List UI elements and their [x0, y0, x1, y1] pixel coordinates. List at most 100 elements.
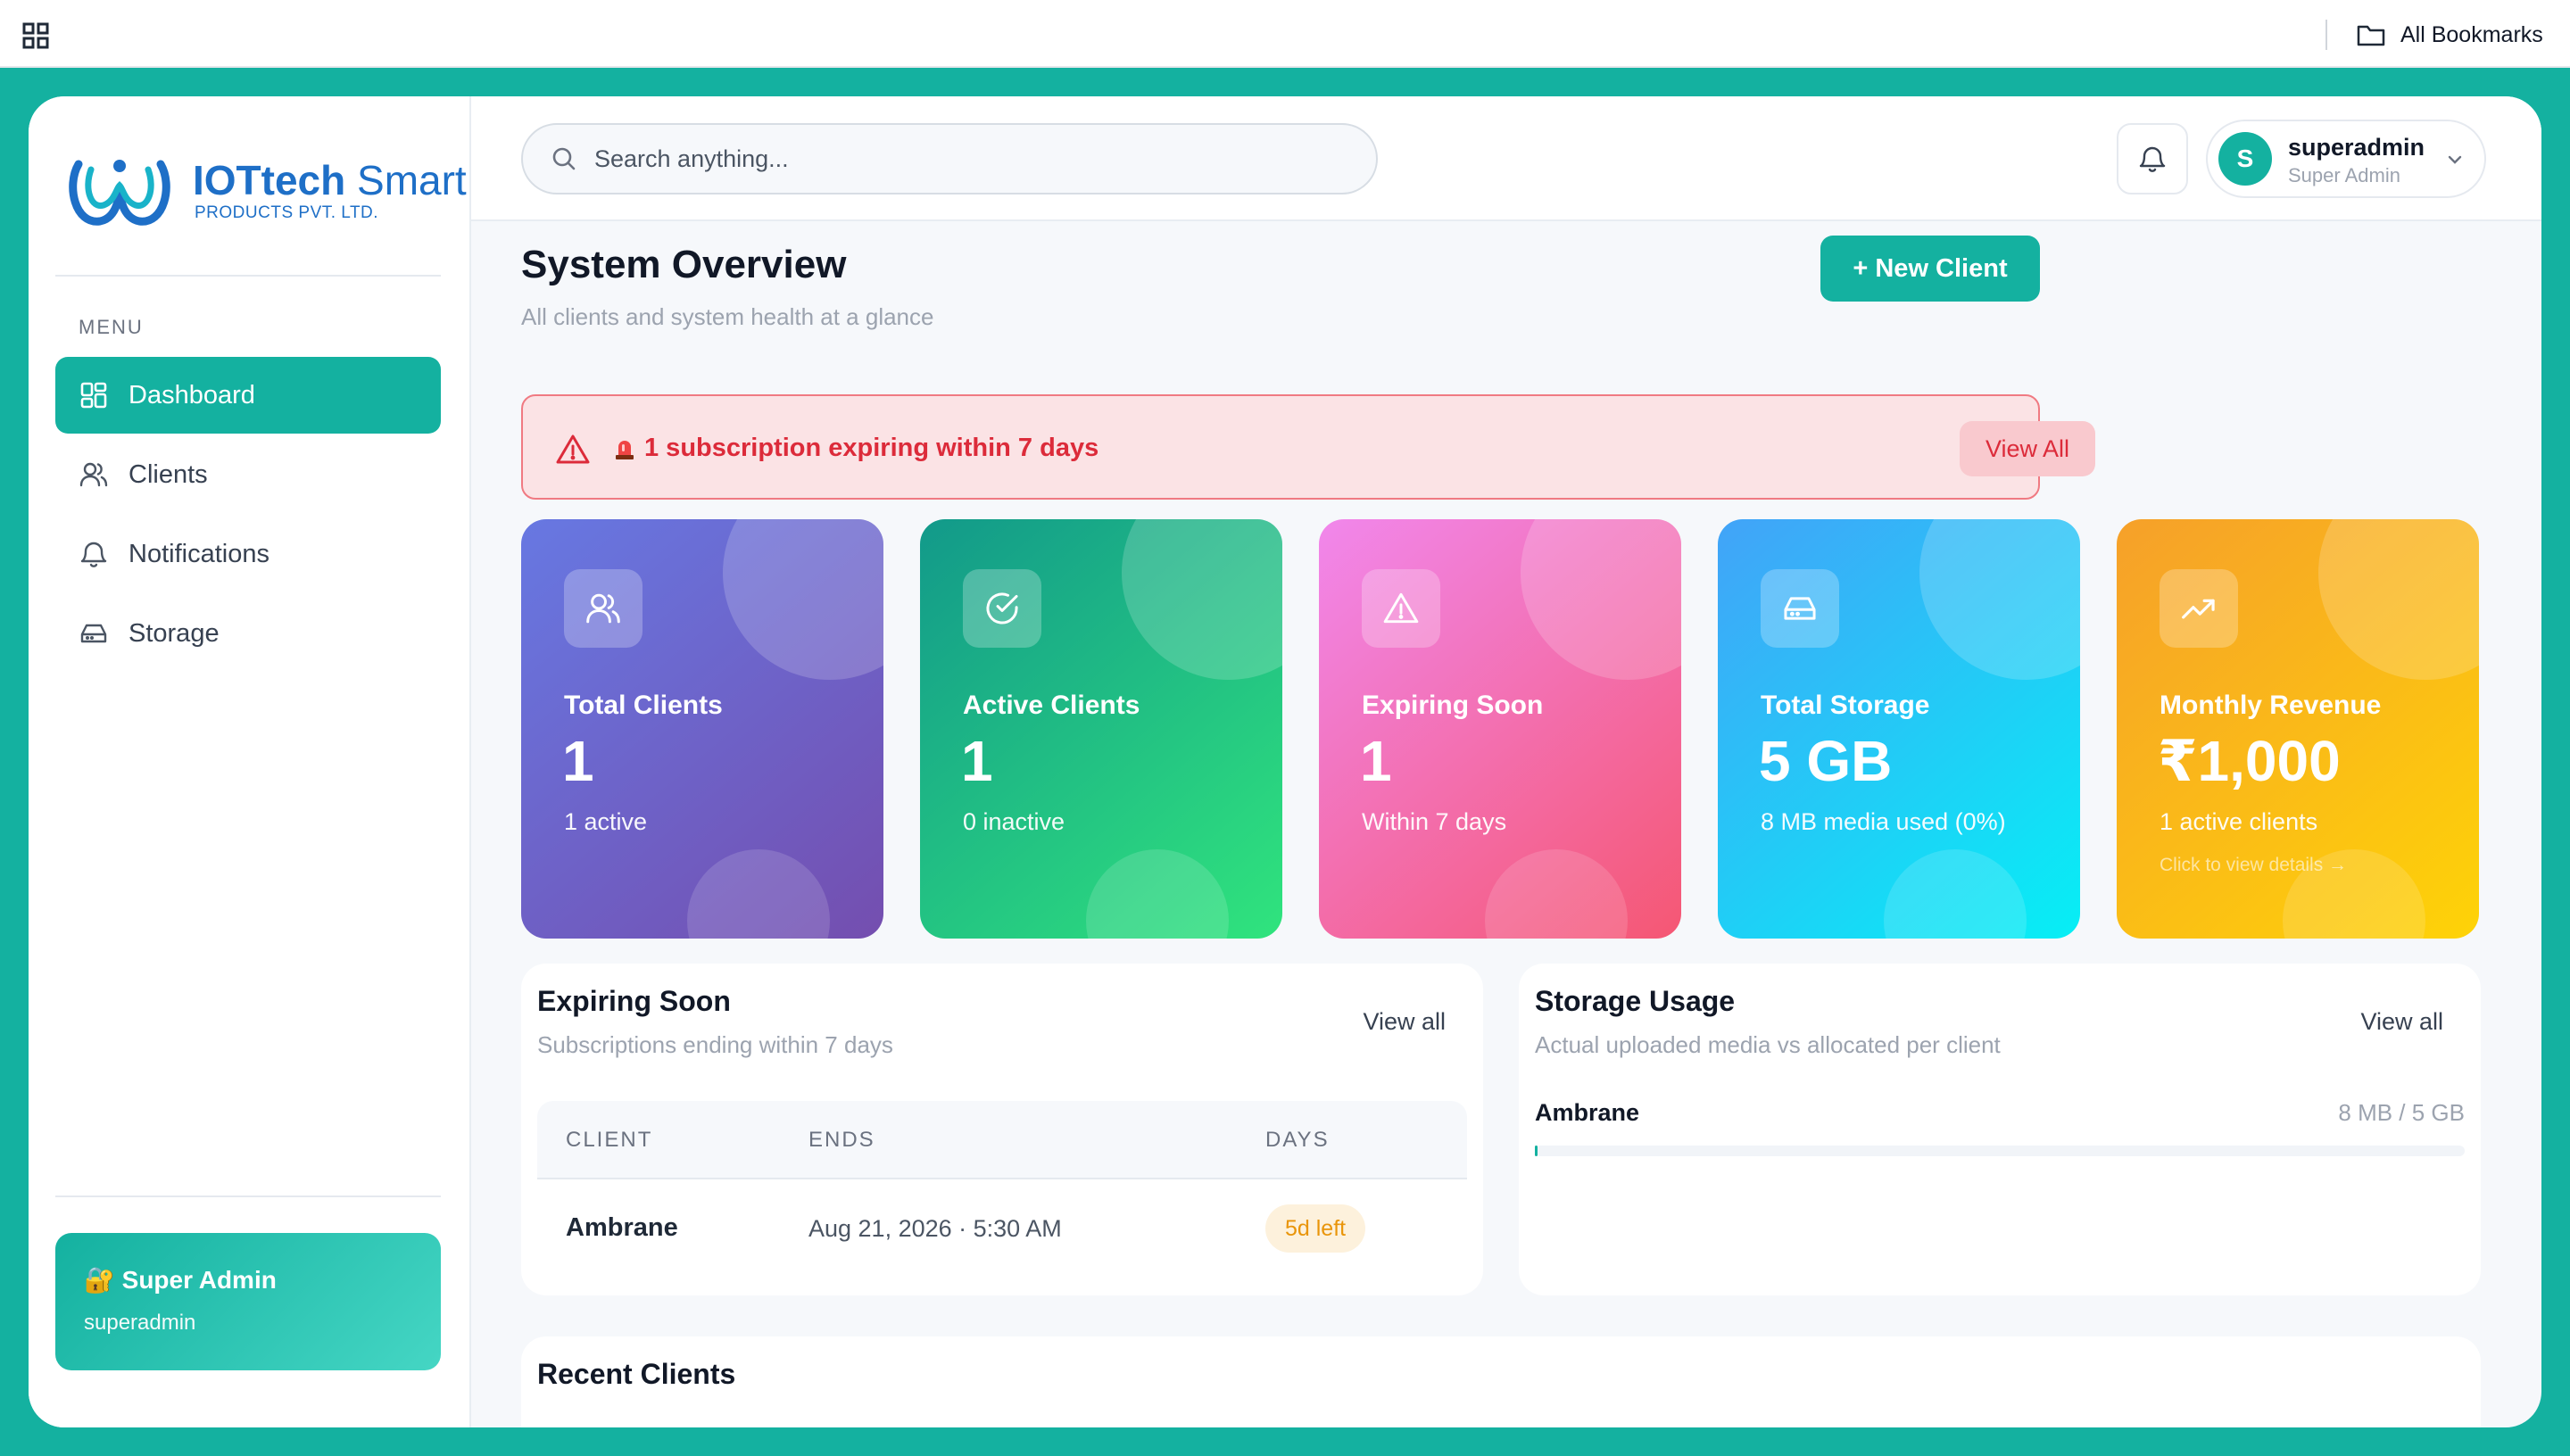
- user-name: superadmin: [2288, 134, 2425, 161]
- card-decoration: [723, 519, 883, 680]
- new-client-button[interactable]: + New Client: [1820, 236, 2040, 302]
- alert-view-all-button[interactable]: View All: [1960, 421, 2095, 476]
- monthly-revenue-card[interactable]: Monthly Revenue ₹1,000 1 active clients …: [2117, 519, 2479, 939]
- brand-subtitle: PRODUCTS PVT. LTD.: [195, 203, 379, 222]
- sidebar-item-label: Storage: [128, 618, 220, 648]
- user-role: Super Admin: [2288, 164, 2400, 186]
- expiring-view-all-link[interactable]: View all: [1363, 1008, 1446, 1036]
- alert-message: 1 subscription expiring within 7 days: [644, 434, 1099, 462]
- storage-usage-panel: Storage Usage Actual uploaded media vs a…: [1519, 964, 2481, 1295]
- view-details-link[interactable]: Click to view details →: [2160, 855, 2347, 876]
- column-header-days: DAYS: [1265, 1128, 1330, 1152]
- card-subtext: 0 inactive: [963, 808, 1065, 835]
- total-storage-card[interactable]: Total Storage 5 GB 8 MB media used (0%): [1718, 519, 2080, 939]
- card-decoration: [1521, 519, 1681, 680]
- panel-title: Expiring Soon: [537, 985, 731, 1017]
- topbar: S superadmin Super Admin: [471, 96, 2541, 221]
- logo-mark-icon: [69, 160, 170, 226]
- expiring-table: CLIENT ENDS DAYS Ambrane Aug 21, 2026 · …: [537, 1101, 1467, 1278]
- admin-title: 🔐 Super Admin: [84, 1266, 277, 1294]
- card-title: Total Storage: [1761, 691, 1930, 720]
- users-icon: [586, 593, 620, 624]
- app-frame: IOTtech Smart PRODUCTS PVT. LTD. MENU Da…: [0, 68, 2570, 1456]
- trending-up-icon: [2182, 599, 2215, 619]
- hard-drive-icon: [80, 624, 107, 643]
- check-circle-icon: [986, 592, 1018, 625]
- storage-progress-fill: [1535, 1146, 1538, 1156]
- card-icon-box: [963, 569, 1041, 648]
- card-decoration: [1122, 519, 1282, 680]
- admin-profile-card[interactable]: 🔐 Super Admin superadmin: [55, 1233, 441, 1370]
- brand-name: IOTtech Smart: [193, 157, 467, 203]
- card-subtext: Within 7 days: [1362, 808, 1507, 835]
- brand-logo[interactable]: IOTtech Smart PRODUCTS PVT. LTD.: [66, 150, 467, 239]
- notifications-button[interactable]: [2117, 123, 2188, 194]
- sidebar-item-clients[interactable]: Clients: [55, 436, 441, 513]
- sidebar-item-label: Notifications: [128, 539, 269, 568]
- cell-ends: Aug 21, 2026 · 5:30 AM: [808, 1215, 1062, 1242]
- card-decoration: [1086, 849, 1229, 939]
- bookmarks-divider: [2325, 20, 2327, 50]
- sidebar-item-storage[interactable]: Storage: [55, 595, 441, 672]
- app-window: IOTtech Smart PRODUCTS PVT. LTD. MENU Da…: [29, 96, 2541, 1427]
- card-value: 1: [961, 729, 993, 793]
- sidebar-divider: [55, 275, 441, 277]
- stat-cards: Total Clients 1 1 active Active Clients …: [521, 519, 2479, 939]
- page-subtitle: All clients and system health at a glanc…: [521, 303, 934, 330]
- users-icon: [79, 462, 108, 487]
- storage-view-all-link[interactable]: View all: [2360, 1008, 2443, 1036]
- total-clients-card[interactable]: Total Clients 1 1 active: [521, 519, 883, 939]
- panel-subtitle: Actual uploaded media vs allocated per c…: [1535, 1031, 2001, 1058]
- warning-icon: [556, 434, 590, 464]
- folder-icon[interactable]: [2356, 21, 2386, 48]
- card-title: Total Clients: [564, 691, 723, 720]
- all-bookmarks-link[interactable]: All Bookmarks: [2400, 21, 2543, 48]
- card-decoration: [2318, 519, 2479, 680]
- card-icon-box: [1362, 569, 1440, 648]
- card-decoration: [1919, 519, 2080, 680]
- hard-drive-icon: [1784, 597, 1816, 620]
- card-decoration: [687, 849, 830, 939]
- panel-subtitle: Subscriptions ending within 7 days: [537, 1031, 893, 1058]
- expiring-soon-card[interactable]: Expiring Soon 1 Within 7 days: [1319, 519, 1681, 939]
- storage-row: Ambrane 8 MB / 5 GB: [1535, 1099, 2465, 1162]
- panel-title: Recent Clients: [537, 1358, 736, 1390]
- storage-usage-value: 8 MB / 5 GB: [2338, 1099, 2465, 1126]
- bell-icon: [80, 542, 107, 567]
- sidebar: IOTtech Smart PRODUCTS PVT. LTD. MENU Da…: [29, 96, 471, 1427]
- user-menu[interactable]: S superadmin Super Admin: [2206, 120, 2486, 198]
- sidebar-item-label: Clients: [128, 459, 208, 489]
- dashboard-icon: [80, 382, 107, 409]
- card-value: 1: [562, 729, 594, 793]
- expiry-alert-banner: 1 subscription expiring within 7 days Vi…: [521, 394, 2095, 500]
- table-row[interactable]: Ambrane Aug 21, 2026 · 5:30 AM 5d left: [537, 1179, 1467, 1278]
- card-decoration: [1485, 849, 1628, 939]
- column-header-ends: ENDS: [808, 1128, 875, 1152]
- card-subtext: 8 MB media used (0%): [1761, 808, 2006, 835]
- active-clients-card[interactable]: Active Clients 1 0 inactive: [920, 519, 1282, 939]
- card-title: Monthly Revenue: [2160, 691, 2382, 720]
- sidebar-item-dashboard[interactable]: Dashboard: [55, 357, 441, 434]
- recent-clients-panel: Recent Clients: [521, 1336, 2481, 1427]
- sidebar-nav: Dashboard Clients Notifications Storage: [55, 357, 441, 674]
- bookmarks-bar: All Bookmarks: [0, 0, 2570, 68]
- column-header-client: CLIENT: [566, 1128, 653, 1152]
- card-value: ₹1,000: [2158, 729, 2341, 793]
- storage-progress-track: [1535, 1146, 2465, 1156]
- days-left-badge: 5d left: [1265, 1204, 1366, 1253]
- menu-label: MENU: [79, 316, 144, 338]
- admin-username: superadmin: [84, 1311, 196, 1335]
- sidebar-item-notifications[interactable]: Notifications: [55, 516, 441, 592]
- search-icon: [552, 147, 576, 170]
- card-subtext: 1 active: [564, 808, 648, 835]
- sidebar-item-label: Dashboard: [128, 380, 255, 410]
- page-title: System Overview: [521, 243, 847, 286]
- apps-grid-icon[interactable]: [21, 21, 50, 50]
- card-value: 1: [1360, 729, 1392, 793]
- bell-icon: [2139, 146, 2166, 172]
- card-value: 5 GB: [1759, 729, 1893, 793]
- expiring-soon-panel: Expiring Soon Subscriptions ending withi…: [521, 964, 1483, 1295]
- search-bar[interactable]: [521, 123, 1378, 194]
- panel-title: Storage Usage: [1535, 985, 1736, 1017]
- search-input[interactable]: [594, 145, 1308, 173]
